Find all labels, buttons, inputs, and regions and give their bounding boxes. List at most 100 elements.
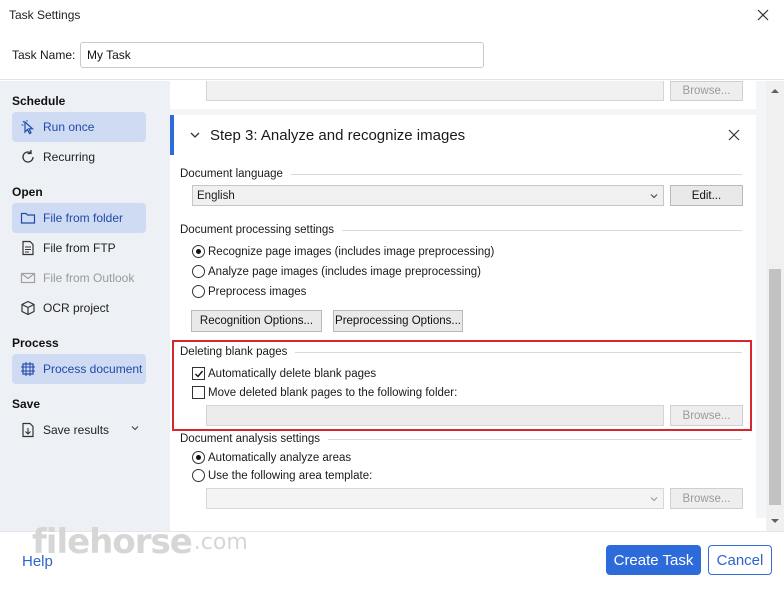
- task-name-row: Task Name:: [0, 32, 784, 80]
- sidebar-item-label: Save results: [43, 423, 110, 437]
- sidebar-heading-open: Open: [12, 185, 43, 199]
- radio-label: Analyze page images (includes image prep…: [208, 265, 481, 278]
- preprocessing-options-button[interactable]: Preprocessing Options...: [333, 310, 463, 332]
- title-bar: Task Settings: [0, 0, 784, 32]
- section-heading: Document processing settings: [180, 224, 335, 236]
- chevron-down-icon[interactable]: [188, 128, 202, 142]
- sidebar-item-label: File from folder: [43, 211, 124, 225]
- section-processing-settings: Document processing settings: [180, 224, 742, 236]
- radio-button[interactable]: [192, 265, 205, 278]
- sidebar-item-label: Process document: [43, 362, 143, 376]
- checkmark-icon: [194, 370, 203, 378]
- blank-pages-folder-field: [206, 405, 664, 426]
- section-document-analysis: Document analysis settings: [180, 433, 742, 445]
- folder-icon: [18, 208, 38, 228]
- window-title: Task Settings: [9, 8, 81, 22]
- sidebar-item-label: File from Outlook: [43, 271, 135, 285]
- sidebar-item-label: File from FTP: [43, 241, 116, 255]
- area-template-select: [206, 488, 664, 509]
- recognition-options-button[interactable]: Recognition Options...: [191, 310, 322, 332]
- radio-label: Preprocess images: [208, 285, 307, 298]
- sidebar-item-run-once[interactable]: Run once: [12, 112, 146, 142]
- chevron-down-icon[interactable]: [770, 517, 780, 525]
- chevron-down-icon: [650, 194, 658, 199]
- language-select[interactable]: English: [192, 185, 664, 206]
- chevron-up-icon[interactable]: [770, 87, 780, 95]
- section-document-language: Document language: [180, 168, 742, 180]
- settings-panel: Browse... Step 3: Analyze and recognize …: [170, 81, 766, 518]
- save-document-icon: [18, 420, 38, 440]
- divider: [327, 438, 742, 440]
- close-window-button[interactable]: [752, 4, 774, 26]
- section-heading: Document analysis settings: [180, 433, 320, 445]
- checkbox[interactable]: [192, 367, 205, 380]
- previous-step-card: Browse...: [170, 81, 756, 109]
- radio-preprocess-images[interactable]: Preprocess images: [192, 285, 306, 298]
- scan-icon: [18, 359, 38, 379]
- radio-label: Use the following area template:: [208, 469, 373, 482]
- section-heading: Document language: [180, 168, 283, 180]
- radio-label: Recognize page images (includes image pr…: [208, 245, 495, 258]
- sidebar-item-file-from-folder[interactable]: File from folder: [12, 203, 146, 233]
- divider: [342, 229, 742, 231]
- blank-pages-browse-button: Browse...: [670, 405, 743, 426]
- section-heading: Deleting blank pages: [180, 346, 288, 358]
- sidebar-item-label: Recurring: [43, 150, 96, 164]
- step3-card: Step 3: Analyze and recognize images Doc…: [170, 115, 756, 518]
- radio-button[interactable]: [192, 469, 205, 482]
- divider: [290, 173, 742, 175]
- watermark-domain: .com: [193, 529, 248, 555]
- browse-button: Browse...: [670, 81, 743, 101]
- sidebar-heading-save: Save: [12, 397, 41, 411]
- checkbox-label: Move deleted blank pages to the followin…: [208, 386, 458, 399]
- document-icon: [18, 238, 38, 258]
- sidebar-item-save-results[interactable]: Save results: [12, 415, 146, 445]
- sidebar-item-file-from-ftp[interactable]: File from FTP: [12, 233, 146, 263]
- sidebar-item-process-document[interactable]: Process document: [12, 354, 146, 384]
- section-deleting-blank-pages: Deleting blank pages: [180, 346, 742, 358]
- sidebar-item-ocr-project[interactable]: OCR project: [12, 293, 146, 323]
- radio-button[interactable]: [192, 285, 205, 298]
- edit-language-button[interactable]: Edit...: [670, 185, 743, 206]
- remove-step-icon[interactable]: [726, 127, 742, 143]
- cancel-button[interactable]: Cancel: [708, 545, 772, 575]
- sidebar: Schedule Run once Recurring Open File fr…: [0, 81, 170, 531]
- radio-label: Automatically analyze areas: [208, 451, 352, 464]
- sidebar-heading-schedule: Schedule: [12, 94, 66, 108]
- radio-analyze-page-images[interactable]: Analyze page images (includes image prep…: [192, 265, 481, 278]
- scrollbar-thumb[interactable]: [769, 269, 781, 505]
- radio-recognize-page-images[interactable]: Recognize page images (includes image pr…: [192, 245, 494, 258]
- sidebar-heading-process: Process: [12, 336, 59, 350]
- task-name-label: Task Name:: [12, 48, 76, 62]
- task-name-input[interactable]: [80, 42, 484, 68]
- checkbox[interactable]: [192, 386, 205, 399]
- checkbox-move-blank-pages[interactable]: Move deleted blank pages to the followin…: [192, 386, 457, 399]
- divider: [295, 351, 742, 353]
- mail-icon: [18, 268, 38, 288]
- radio-auto-analyze-areas[interactable]: Automatically analyze areas: [192, 451, 351, 464]
- refresh-icon: [18, 147, 38, 167]
- chevron-down-icon: [131, 426, 139, 431]
- cube-icon: [18, 298, 38, 318]
- step-title: Step 3: Analyze and recognize images: [210, 127, 466, 144]
- radio-button[interactable]: [192, 451, 205, 464]
- scrollbar[interactable]: [766, 81, 784, 531]
- sidebar-item-label: OCR project: [43, 301, 110, 315]
- area-template-browse-button: Browse...: [670, 488, 743, 509]
- sidebar-item-label: Run once: [43, 120, 95, 134]
- watermark: filehorse .com: [32, 522, 248, 562]
- checkbox-label: Automatically delete blank pages: [208, 367, 377, 380]
- checkbox-auto-delete-blank-pages[interactable]: Automatically delete blank pages: [192, 367, 376, 380]
- folder-path-field: [206, 81, 664, 101]
- create-task-button[interactable]: Create Task: [606, 545, 701, 575]
- radio-use-area-template[interactable]: Use the following area template:: [192, 469, 372, 482]
- language-value: English: [197, 189, 235, 202]
- sidebar-item-recurring[interactable]: Recurring: [12, 142, 146, 172]
- radio-button[interactable]: [192, 245, 205, 258]
- cursor-click-icon: [18, 117, 38, 137]
- chevron-down-icon: [650, 497, 658, 502]
- sidebar-item-file-from-outlook: File from Outlook: [12, 263, 146, 293]
- close-icon: [757, 9, 769, 21]
- step-accent-bar: [170, 115, 174, 155]
- watermark-brand: filehorse: [32, 522, 193, 562]
